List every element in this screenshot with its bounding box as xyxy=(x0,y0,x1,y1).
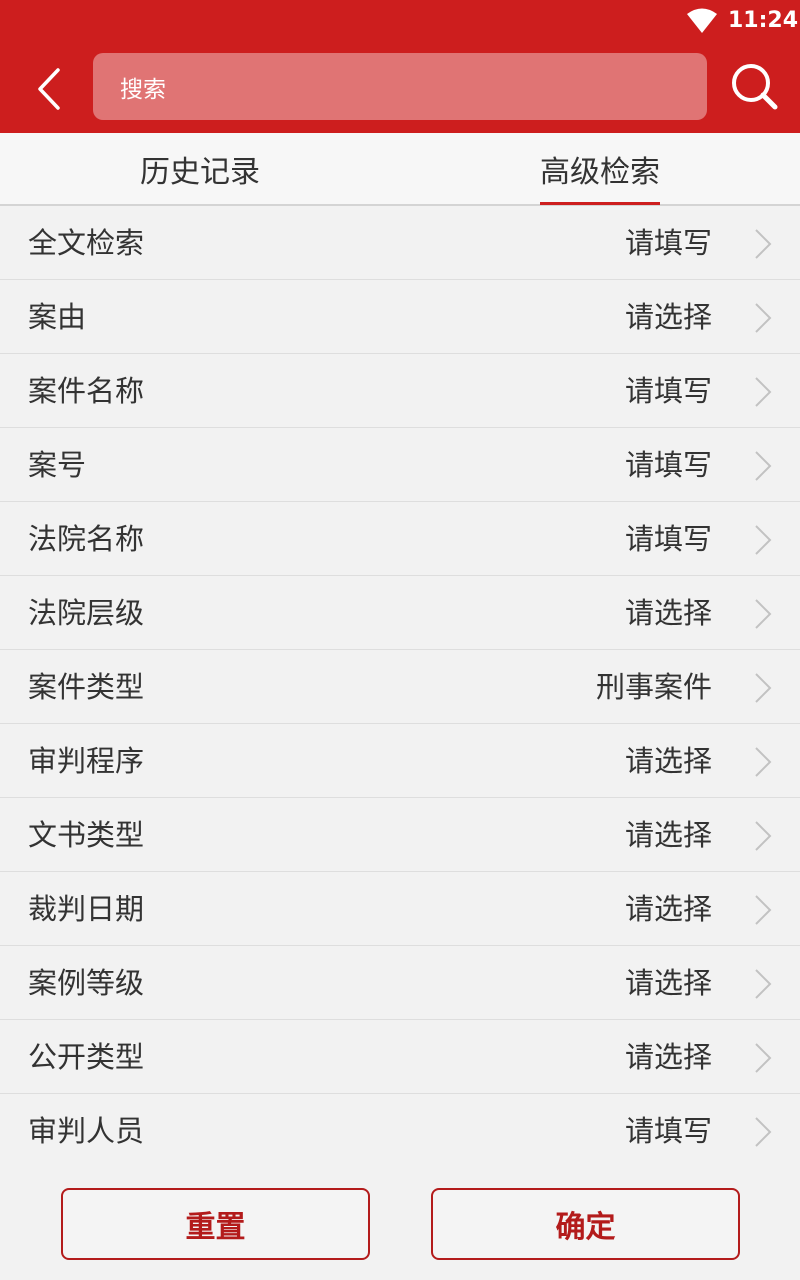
field-value: 请选择 xyxy=(624,1040,712,1074)
field-value: 请选择 xyxy=(624,596,712,630)
chevron-right-icon xyxy=(755,229,772,259)
field-value: 请填写 xyxy=(624,1114,712,1148)
chevron-right-icon xyxy=(755,969,772,999)
reset-button[interactable]: 重置 xyxy=(61,1188,370,1260)
form-row-case-type[interactable]: 案件类型 刑事案件 xyxy=(0,650,800,724)
field-value: 请选择 xyxy=(624,966,712,1000)
field-label: 案件名称 xyxy=(28,374,145,408)
tab-bar: 历史记录 高级检索 xyxy=(0,133,800,206)
form-row-document-type[interactable]: 文书类型 请选择 xyxy=(0,798,800,872)
status-time: 11:24 xyxy=(728,8,799,33)
field-value: 请选择 xyxy=(624,744,712,778)
field-label: 法院层级 xyxy=(28,596,145,630)
search-placeholder: 搜索 xyxy=(120,76,166,103)
status-bar: 11:24 xyxy=(0,0,800,42)
field-label: 案例等级 xyxy=(28,966,145,1000)
field-label: 法院名称 xyxy=(28,522,145,556)
chevron-right-icon xyxy=(755,747,772,777)
wifi-icon xyxy=(687,8,717,33)
form-row-court-level[interactable]: 法院层级 请选择 xyxy=(0,576,800,650)
tab-history[interactable]: 历史记录 xyxy=(0,133,400,204)
field-label: 裁判日期 xyxy=(28,892,145,926)
chevron-right-icon xyxy=(755,1117,772,1147)
field-label: 文书类型 xyxy=(28,818,145,852)
chevron-right-icon xyxy=(755,895,772,925)
field-value: 请填写 xyxy=(624,522,712,556)
chevron-right-icon xyxy=(755,451,772,481)
chevron-right-icon xyxy=(755,377,772,407)
form-row-judgment-date[interactable]: 裁判日期 请选择 xyxy=(0,872,800,946)
field-label: 公开类型 xyxy=(28,1040,145,1074)
chevron-right-icon xyxy=(755,821,772,851)
form-row-case-number[interactable]: 案号 请填写 xyxy=(0,428,800,502)
footer-actions: 重置 确定 xyxy=(0,1168,800,1280)
app-header: 11:24 搜索 xyxy=(0,0,800,133)
field-value: 刑事案件 xyxy=(595,670,712,704)
search-icon xyxy=(732,64,778,110)
back-button[interactable] xyxy=(22,58,76,118)
chevron-right-icon xyxy=(755,303,772,333)
field-label: 审判人员 xyxy=(28,1114,145,1148)
field-value: 请选择 xyxy=(624,300,712,334)
search-button[interactable] xyxy=(724,56,784,116)
form-row-court-name[interactable]: 法院名称 请填写 xyxy=(0,502,800,576)
field-label: 审判程序 xyxy=(28,744,145,778)
form-row-case-name[interactable]: 案件名称 请填写 xyxy=(0,354,800,428)
form-row-cause[interactable]: 案由 请选择 xyxy=(0,280,800,354)
chevron-left-icon xyxy=(38,68,60,110)
confirm-button[interactable]: 确定 xyxy=(431,1188,740,1260)
field-value: 请填写 xyxy=(624,226,712,260)
field-value: 请选择 xyxy=(624,818,712,852)
chevron-right-icon xyxy=(755,599,772,629)
field-value: 请填写 xyxy=(624,448,712,482)
field-label: 全文检索 xyxy=(28,226,145,260)
search-form-list: 全文检索 请填写 案由 请选择 案件名称 请填写 案号 请填写 法院名称 请填写… xyxy=(0,206,800,1168)
field-label: 案由 xyxy=(28,300,87,334)
field-value: 请填写 xyxy=(624,374,712,408)
field-value: 请选择 xyxy=(624,892,712,926)
form-row-trial-procedure[interactable]: 审判程序 请选择 xyxy=(0,724,800,798)
tab-advanced-search[interactable]: 高级检索 xyxy=(400,133,800,204)
search-input[interactable]: 搜索 xyxy=(93,53,707,120)
field-label: 案件类型 xyxy=(28,670,145,704)
chevron-right-icon xyxy=(755,1043,772,1073)
form-row-publicity-type[interactable]: 公开类型 请选择 xyxy=(0,1020,800,1094)
chevron-right-icon xyxy=(755,525,772,555)
field-label: 案号 xyxy=(28,448,87,482)
form-row-trial-personnel[interactable]: 审判人员 请填写 xyxy=(0,1094,800,1168)
active-tab-indicator xyxy=(540,202,660,205)
form-row-full-text[interactable]: 全文检索 请填写 xyxy=(0,206,800,280)
chevron-right-icon xyxy=(755,673,772,703)
form-row-case-level[interactable]: 案例等级 请选择 xyxy=(0,946,800,1020)
